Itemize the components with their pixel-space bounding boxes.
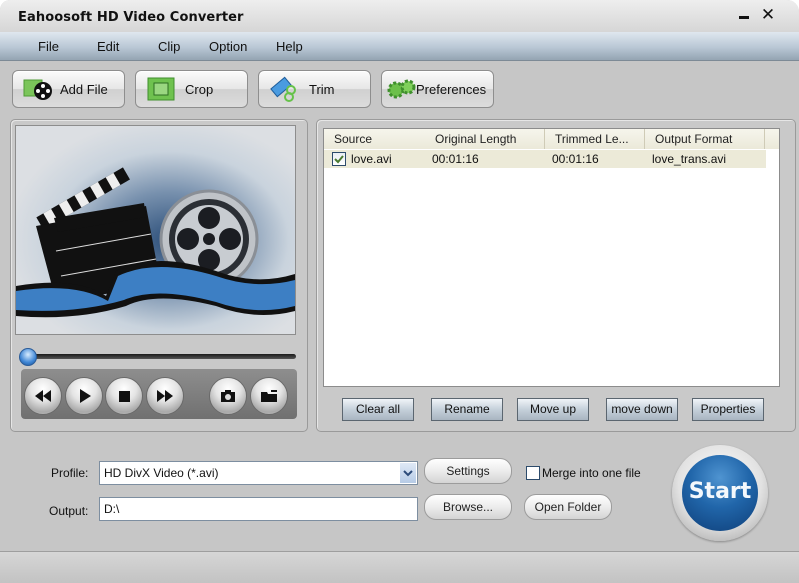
column-header-trimmed-length[interactable]: Trimmed Le... [545, 129, 645, 149]
window-title: Eahoosoft HD Video Converter [18, 10, 244, 25]
close-button[interactable]: ✕ [757, 4, 779, 26]
minimize-button[interactable] [733, 4, 755, 26]
rewind-button[interactable] [24, 377, 62, 415]
settings-button[interactable]: Settings [424, 458, 512, 484]
move-up-button[interactable]: Move up [517, 398, 589, 421]
play-button[interactable] [65, 377, 103, 415]
browse-button[interactable]: Browse... [424, 494, 512, 520]
chevron-down-icon [403, 470, 413, 477]
snapshot-button[interactable] [209, 377, 247, 415]
stop-button[interactable] [105, 377, 143, 415]
stop-icon [119, 391, 130, 402]
add-file-button[interactable]: Add File [12, 70, 125, 108]
output-path-input[interactable]: D:\ [99, 497, 418, 521]
column-header-output-format[interactable]: Output Format [645, 129, 765, 149]
trim-button[interactable]: Trim [258, 70, 371, 108]
merge-checkbox[interactable] [526, 466, 540, 480]
play-icon [80, 389, 91, 403]
profile-select[interactable]: HD DivX Video (*.avi) [99, 461, 418, 485]
output-path-value: D:\ [104, 502, 120, 516]
preferences-button[interactable]: Preferences [381, 70, 494, 108]
rename-button[interactable]: Rename [431, 398, 503, 421]
menu-bar: File Edit Clip Option Help [0, 32, 799, 61]
output-label: Output: [49, 504, 89, 518]
menu-file[interactable]: File [38, 39, 59, 54]
seek-thumb[interactable] [19, 348, 37, 366]
crop-label: Crop [185, 82, 214, 97]
start-button-face: Start [682, 455, 758, 531]
merge-label: Merge into one file [542, 466, 641, 480]
profile-dropdown-button[interactable] [400, 463, 416, 483]
trim-label: Trim [309, 82, 335, 97]
cell-output-format: love_trans.avi [652, 152, 727, 166]
crop-frame-icon [147, 77, 175, 101]
rewind-icon [35, 390, 51, 402]
cell-source: love.avi [351, 152, 392, 166]
table-row[interactable]: love.avi 00:01:16 00:01:16 love_trans.av… [324, 150, 766, 168]
crop-button[interactable]: Crop [135, 70, 248, 108]
profile-label: Profile: [51, 466, 89, 480]
open-folder-button[interactable] [250, 377, 288, 415]
preferences-label: Preferences [416, 82, 487, 97]
file-list[interactable]: Source Original Length Trimmed Le... Out… [323, 128, 780, 387]
menu-clip[interactable]: Clip [158, 39, 180, 54]
camera-icon [221, 390, 235, 402]
start-button[interactable]: Start [672, 445, 768, 541]
clapperboard-film-reel-icon [16, 167, 295, 318]
menu-edit[interactable]: Edit [97, 39, 119, 54]
film-scissors-icon [270, 76, 296, 102]
menu-help[interactable]: Help [276, 39, 303, 54]
title-bar[interactable]: Eahoosoft HD Video Converter ✕ [0, 0, 799, 33]
start-label: Start [688, 479, 752, 504]
video-preview [15, 125, 296, 335]
menu-option[interactable]: Option [209, 39, 247, 54]
folder-icon [261, 390, 277, 402]
row-checkbox[interactable] [332, 152, 346, 166]
add-file-label: Add File [60, 82, 108, 97]
profile-value: HD DivX Video (*.avi) [104, 466, 219, 480]
column-header-filler [765, 129, 779, 149]
fast-forward-button[interactable] [146, 377, 184, 415]
close-icon: ✕ [760, 5, 776, 25]
fast-forward-icon [157, 390, 173, 402]
open-folder-output-button[interactable]: Open Folder [524, 494, 612, 520]
move-down-button[interactable]: move down [606, 398, 678, 421]
film-reel-folder-icon [23, 79, 52, 100]
checkmark-icon [334, 155, 344, 164]
cell-original-length: 00:01:16 [432, 152, 479, 166]
app-window: Eahoosoft HD Video Converter ✕ File Edit… [0, 0, 799, 583]
cell-trimmed-length: 00:01:16 [552, 152, 599, 166]
properties-button[interactable]: Properties [692, 398, 764, 421]
gears-icon [387, 79, 416, 99]
status-bar [0, 551, 799, 583]
column-header-original-length[interactable]: Original Length [425, 129, 545, 149]
clear-all-button[interactable]: Clear all [342, 398, 414, 421]
minimize-icon [739, 16, 749, 19]
column-header-source[interactable]: Source [324, 129, 435, 149]
seek-bar[interactable] [22, 354, 296, 359]
